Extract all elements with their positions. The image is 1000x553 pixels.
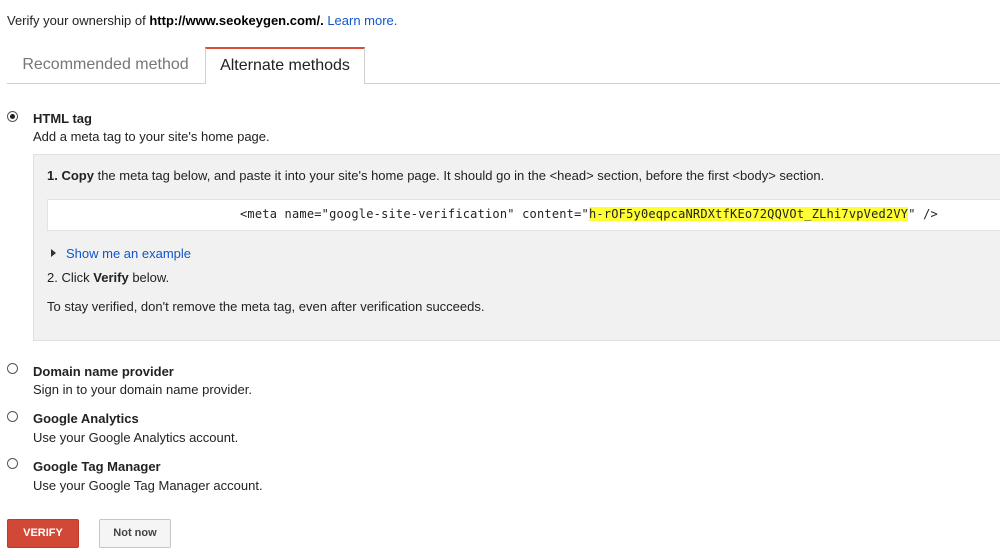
tab-recommended-method[interactable]: Recommended method bbox=[7, 47, 204, 83]
stay-verified-note: To stay verified, don't remove the meta … bbox=[47, 299, 485, 314]
google-tag-manager-radio[interactable] bbox=[7, 458, 18, 469]
intro-text: Verify your ownership of bbox=[7, 13, 146, 28]
verification-token: h-rOF5y0eqpcaNRDXtfKEo72QQVOt_ZLhi7vpVed… bbox=[588, 207, 909, 221]
html-tag-title: HTML tag bbox=[33, 111, 92, 126]
step1-text: 1. Copy the meta tag below, and paste it… bbox=[47, 168, 824, 183]
tab-divider bbox=[7, 83, 1000, 84]
domain-provider-radio[interactable] bbox=[7, 363, 18, 374]
step1-rest: the meta tag below, and paste it into yo… bbox=[97, 168, 825, 183]
step1-number: 1. bbox=[47, 168, 58, 183]
step2-below: below. bbox=[132, 270, 170, 285]
site-url: http://www.seokeygen.com/. bbox=[149, 13, 324, 28]
code-suffix: " /> bbox=[908, 207, 938, 221]
step2-number: 2. bbox=[47, 270, 58, 285]
domain-provider-desc: Sign in to your domain name provider. bbox=[33, 382, 252, 397]
show-example-link[interactable]: Show me an example bbox=[66, 246, 191, 261]
tab-alternate-methods[interactable]: Alternate methods bbox=[205, 47, 365, 84]
meta-tag-code[interactable]: <meta name="google-site-verification" co… bbox=[240, 207, 938, 221]
html-tag-desc: Add a meta tag to your site's home page. bbox=[33, 129, 270, 144]
learn-more-link[interactable]: Learn more. bbox=[327, 13, 397, 28]
code-prefix: <meta name="google-site-verification" co… bbox=[240, 207, 589, 221]
step2-click: Click bbox=[61, 270, 90, 285]
ownership-intro: Verify your ownership of http://www.seok… bbox=[7, 13, 397, 28]
step2-text: 2. Click Verify below. bbox=[47, 270, 169, 285]
google-analytics-radio[interactable] bbox=[7, 411, 18, 422]
google-tag-manager-title: Google Tag Manager bbox=[33, 459, 161, 474]
expand-triangle-icon[interactable] bbox=[51, 249, 56, 257]
verify-button[interactable]: VERIFY bbox=[7, 519, 79, 548]
google-analytics-desc: Use your Google Analytics account. bbox=[33, 430, 239, 445]
html-tag-radio[interactable] bbox=[7, 111, 18, 122]
google-tag-manager-desc: Use your Google Tag Manager account. bbox=[33, 478, 263, 493]
step2-verify-word: Verify bbox=[93, 270, 129, 285]
google-analytics-title: Google Analytics bbox=[33, 411, 139, 426]
not-now-button[interactable]: Not now bbox=[99, 519, 171, 548]
step1-copy-word: Copy bbox=[61, 168, 94, 183]
domain-provider-title: Domain name provider bbox=[33, 364, 174, 379]
